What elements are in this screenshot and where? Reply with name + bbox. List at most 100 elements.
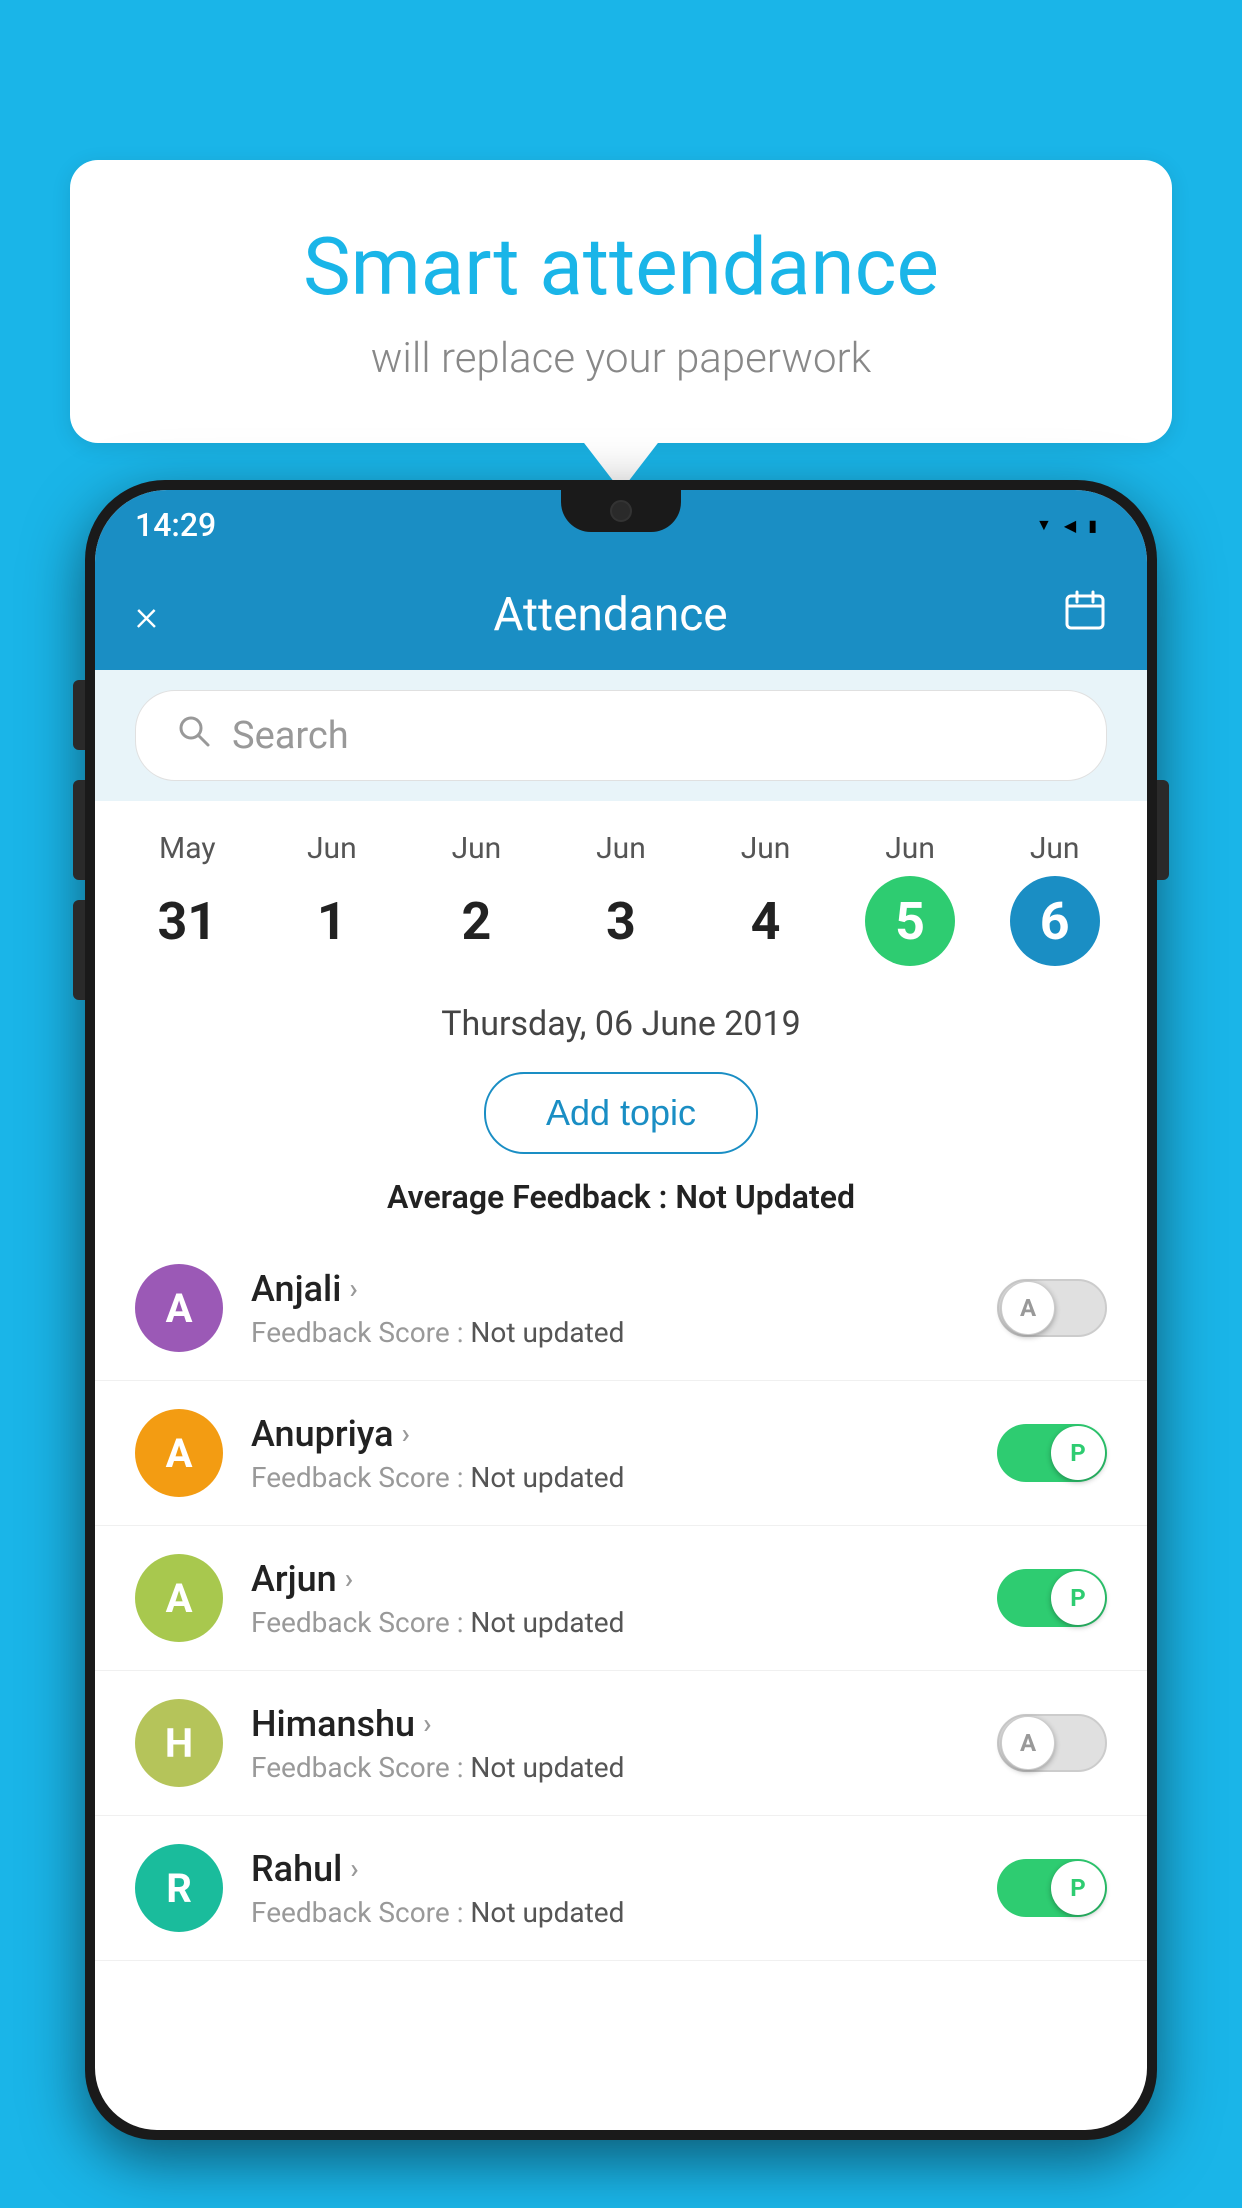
calendar-month-label: Jun (1030, 831, 1080, 866)
student-toggle-container[interactable]: P (997, 1859, 1107, 1917)
student-chevron-icon: › (350, 1852, 358, 1885)
phone-notch (561, 490, 681, 532)
toggle-knob: P (1051, 1861, 1105, 1915)
calendar-date-number[interactable]: 6 (1010, 876, 1100, 966)
student-item-3[interactable]: H Himanshu › Feedback Score : Not updated A (95, 1671, 1147, 1816)
speech-bubble-title: Smart attendance (150, 220, 1092, 314)
student-avatar: A (135, 1264, 223, 1352)
student-chevron-icon: › (423, 1707, 431, 1740)
avg-feedback-label: Average Feedback : (387, 1178, 675, 1216)
attendance-toggle[interactable]: A (997, 1279, 1107, 1337)
calendar-day-3[interactable]: Jun 3 (576, 831, 666, 966)
avg-feedback-value: Not Updated (675, 1178, 855, 1216)
student-feedback: Feedback Score : Not updated (251, 1461, 969, 1494)
search-placeholder: Search (232, 714, 349, 758)
calendar-month-label: Jun (885, 831, 935, 866)
calendar-date-number[interactable]: 1 (287, 876, 377, 966)
status-time: 14:29 (135, 506, 216, 544)
calendar-month-label: Jun (741, 831, 791, 866)
student-info: Himanshu › Feedback Score : Not updated (251, 1703, 969, 1784)
phone-outer: 14:29 ▼ ◀ ▮ × Attendance (85, 480, 1157, 2140)
student-list: AAnjali ›Feedback Score : Not updatedAAA… (95, 1236, 1147, 1961)
student-name: Anupriya › (251, 1413, 969, 1455)
app-bar: × Attendance (95, 560, 1147, 670)
calendar-day-4[interactable]: Jun 4 (721, 831, 811, 966)
attendance-toggle[interactable]: P (997, 1424, 1107, 1482)
student-info: Arjun › Feedback Score : Not updated (251, 1558, 969, 1639)
search-container: Search (95, 670, 1147, 801)
close-button[interactable]: × (135, 589, 158, 641)
calendar-month-label: Jun (452, 831, 502, 866)
calendar-icon[interactable] (1063, 588, 1107, 642)
notch-camera (610, 500, 632, 522)
calendar-month-label: Jun (307, 831, 357, 866)
calendar-date-number[interactable]: 3 (576, 876, 666, 966)
student-toggle-container[interactable]: A (997, 1714, 1107, 1772)
calendar-month-label: Jun (596, 831, 646, 866)
student-name: Arjun › (251, 1558, 969, 1600)
student-feedback: Feedback Score : Not updated (251, 1896, 969, 1929)
phone-button-left-3 (73, 900, 85, 1000)
student-item-0[interactable]: A Anjali › Feedback Score : Not updated A (95, 1236, 1147, 1381)
student-info: Rahul › Feedback Score : Not updated (251, 1848, 969, 1929)
phone-container: 14:29 ▼ ◀ ▮ × Attendance (85, 480, 1157, 2208)
speech-bubble: Smart attendance will replace your paper… (70, 160, 1172, 443)
calendar-day-2[interactable]: Jun 2 (431, 831, 521, 966)
search-bar[interactable]: Search (135, 690, 1107, 781)
selected-date: Thursday, 06 June 2019 (95, 986, 1147, 1058)
calendar-day-0[interactable]: May 31 (142, 831, 232, 966)
average-feedback: Average Feedback : Not Updated (95, 1168, 1147, 1236)
student-item-2[interactable]: A Arjun › Feedback Score : Not updated P (95, 1526, 1147, 1671)
attendance-toggle[interactable]: A (997, 1714, 1107, 1772)
student-item-1[interactable]: A Anupriya › Feedback Score : Not updated P (95, 1381, 1147, 1526)
status-icons: ▼ ◀ ▮ (1036, 515, 1097, 535)
student-chevron-icon: › (345, 1562, 353, 1595)
student-chevron-icon: › (402, 1417, 410, 1450)
add-topic-button[interactable]: Add topic (484, 1072, 758, 1154)
student-avatar: R (135, 1844, 223, 1932)
calendar-day-6[interactable]: Jun 6 (1010, 831, 1100, 966)
attendance-toggle[interactable]: P (997, 1859, 1107, 1917)
attendance-toggle[interactable]: P (997, 1569, 1107, 1627)
student-name: Rahul › (251, 1848, 969, 1890)
phone-button-right (1157, 780, 1169, 880)
student-toggle-container[interactable]: P (997, 1569, 1107, 1627)
student-toggle-container[interactable]: A (997, 1279, 1107, 1337)
add-topic-container: Add topic (95, 1058, 1147, 1168)
student-feedback: Feedback Score : Not updated (251, 1751, 969, 1784)
calendar-day-1[interactable]: Jun 1 (287, 831, 377, 966)
phone-screen: 14:29 ▼ ◀ ▮ × Attendance (95, 490, 1147, 2130)
toggle-knob: P (1051, 1426, 1105, 1480)
student-feedback: Feedback Score : Not updated (251, 1316, 969, 1349)
app-bar-title: Attendance (493, 588, 727, 642)
phone-button-left-2 (73, 780, 85, 880)
toggle-knob: A (1001, 1716, 1055, 1770)
student-avatar: A (135, 1409, 223, 1497)
battery-icon: ▮ (1088, 516, 1097, 535)
toggle-knob: P (1051, 1571, 1105, 1625)
student-item-4[interactable]: R Rahul › Feedback Score : Not updated P (95, 1816, 1147, 1961)
search-icon (176, 713, 212, 758)
speech-bubble-subtitle: will replace your paperwork (150, 334, 1092, 383)
speech-bubble-container: Smart attendance will replace your paper… (70, 160, 1172, 443)
student-info: Anjali › Feedback Score : Not updated (251, 1268, 969, 1349)
signal-icon: ◀ (1064, 516, 1076, 535)
phone-button-left-1 (73, 680, 85, 750)
student-name: Anjali › (251, 1268, 969, 1310)
student-chevron-icon: › (349, 1272, 357, 1305)
calendar-date-number[interactable]: 5 (865, 876, 955, 966)
toggle-knob: A (1001, 1281, 1055, 1335)
student-avatar: A (135, 1554, 223, 1642)
calendar-day-5[interactable]: Jun 5 (865, 831, 955, 966)
student-info: Anupriya › Feedback Score : Not updated (251, 1413, 969, 1494)
wifi-icon: ▼ (1036, 515, 1052, 535)
calendar-month-label: May (159, 831, 215, 866)
student-toggle-container[interactable]: P (997, 1424, 1107, 1482)
calendar-date-number[interactable]: 4 (721, 876, 811, 966)
student-name: Himanshu › (251, 1703, 969, 1745)
calendar-date-number[interactable]: 2 (431, 876, 521, 966)
student-feedback: Feedback Score : Not updated (251, 1606, 969, 1639)
student-avatar: H (135, 1699, 223, 1787)
calendar-date-number[interactable]: 31 (142, 876, 232, 966)
calendar-strip: May 31 Jun 1 Jun 2 Jun 3 Jun 4 Jun 5 Jun 6 (95, 801, 1147, 986)
